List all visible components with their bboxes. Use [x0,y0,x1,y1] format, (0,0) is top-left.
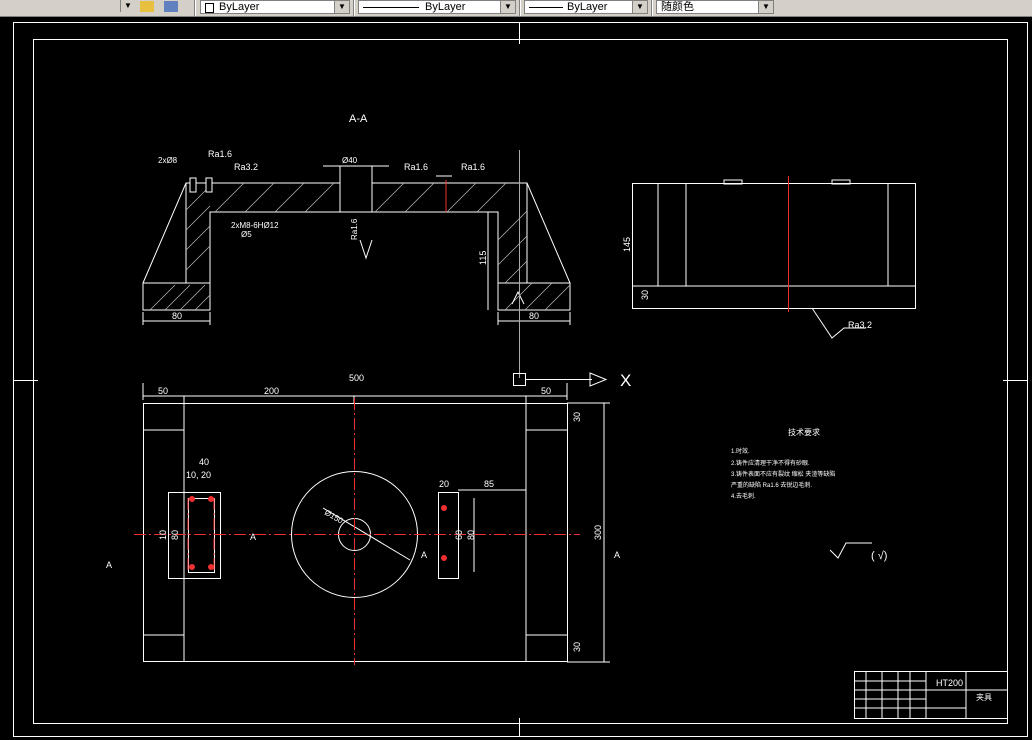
plotstyle-combo-value: 随颜色 [661,1,694,13]
layer-dropdown-arrow[interactable]: ▼ [120,0,135,12]
plan-view [142,383,610,663]
toolbar-separator [353,0,355,16]
roughness-symbol [829,542,872,559]
dim-10: 10 [158,530,168,540]
section-mark-a-left: A [106,560,112,570]
section-mark-a-mid: A [250,532,256,542]
color-swatch-icon [205,3,214,13]
properties-toolbar: ▼ ByLayer ▼ ByLayer ▼ ByLayer ▼ 随颜色 ▼ [0,0,1032,17]
dim-40: 40 [199,457,209,467]
drawing-canvas[interactable]: A-A Ra1.6 Ra3.2 Ra1.6 Ra1.6 2xØ8 Ø40 2xM… [0,16,1032,740]
sheet-outer-border [13,22,1028,737]
ucs-icon [513,372,608,387]
lineweight-combo-value: ByLayer [567,1,608,13]
chevron-down-icon[interactable]: ▼ [758,1,773,13]
chevron-down-icon[interactable]: ▼ [500,1,515,13]
plotstyle-combo[interactable]: 随颜色 ▼ [656,0,774,14]
toolbar-separator [651,0,653,16]
section-mark-a-far: A [614,550,620,560]
dim-60: 60 [454,530,464,540]
layer-tools-group: ▼ [4,0,178,14]
layer-combo-value: ByLayer [219,1,260,13]
dim-85: 85 [484,479,494,489]
dim-115: 115 [478,251,488,265]
dim-145: 145 [622,237,632,252]
callout-thread-sub: Ø5 [241,230,252,239]
dim-200: 200 [264,386,279,396]
callout-2x8: 2xØ8 [158,156,178,165]
linetype-combo-value: ByLayer [425,1,466,13]
chevron-down-icon[interactable]: ▼ [334,1,349,13]
dim-80-right: 80 [529,311,539,321]
dim-80-v: 80 [170,530,180,540]
dim-50-right: 50 [541,386,551,396]
roughness-label-2: Ra3.2 [234,162,258,172]
axis-x-label: X [620,371,631,390]
note-5: 4.去毛刺. [731,492,756,500]
note-4: 严重的缺陷 Ra1.6 去锐边毛刺. [731,481,812,489]
note-1: 1.时效. [731,447,750,455]
layer-previous-icon[interactable] [164,1,178,12]
dim-10-20: 10, 20 [186,470,211,480]
section-view-a-a [142,165,571,325]
dim-30-side: 30 [640,290,650,300]
roughness-label-side: Ra1.6 [350,218,359,240]
toolbar-separator [194,0,196,16]
dim-30-top: 30 [572,412,582,422]
note-3: 3.铸件表面不应有裂纹 缩松 夹渣等缺陷 [731,470,835,478]
chevron-down-icon[interactable]: ▼ [632,1,647,13]
lineweight-combo[interactable]: ByLayer ▼ [524,0,648,14]
note-2: 2.铸件应清理干净不得有砂眼. [731,459,810,467]
callout-thread: 2xM8-6HØ12 [231,221,279,230]
title-part: 夹具 [976,692,992,702]
dim-80-left: 80 [172,311,182,321]
layer-states-icon[interactable] [140,1,154,12]
roughness-label-4: Ra1.6 [461,162,485,172]
section-label: A-A [349,113,368,125]
title-material: HT200 [936,678,963,688]
linetype-preview [363,7,419,8]
dim-30-bottom: 30 [572,642,582,652]
lineweight-preview [529,7,563,8]
notes-title: 技术要求 [788,427,820,437]
dim-50-left: 50 [158,386,168,396]
dim-20: 20 [439,479,449,489]
layer-combo[interactable]: ByLayer ▼ [200,0,350,14]
section-mark-a-right: A [421,550,427,560]
dim-500: 500 [349,373,364,383]
dim-diameter: Ø150 [323,508,345,526]
side-view [632,176,916,339]
dim-300: 300 [593,525,603,540]
roughness-label-3: Ra1.6 [404,162,428,172]
roughness-label-side-view: Ra3.2 [848,320,872,330]
roughness-label-1: Ra1.6 [208,149,232,159]
toolbar-separator [519,0,521,16]
roughness-symbol-text: ( √) [871,550,887,562]
linetype-combo[interactable]: ByLayer ▼ [358,0,516,14]
sheet-inner-border [33,39,1008,724]
dim-80-v2: 80 [466,530,476,540]
callout-hole: Ø40 [342,156,358,165]
